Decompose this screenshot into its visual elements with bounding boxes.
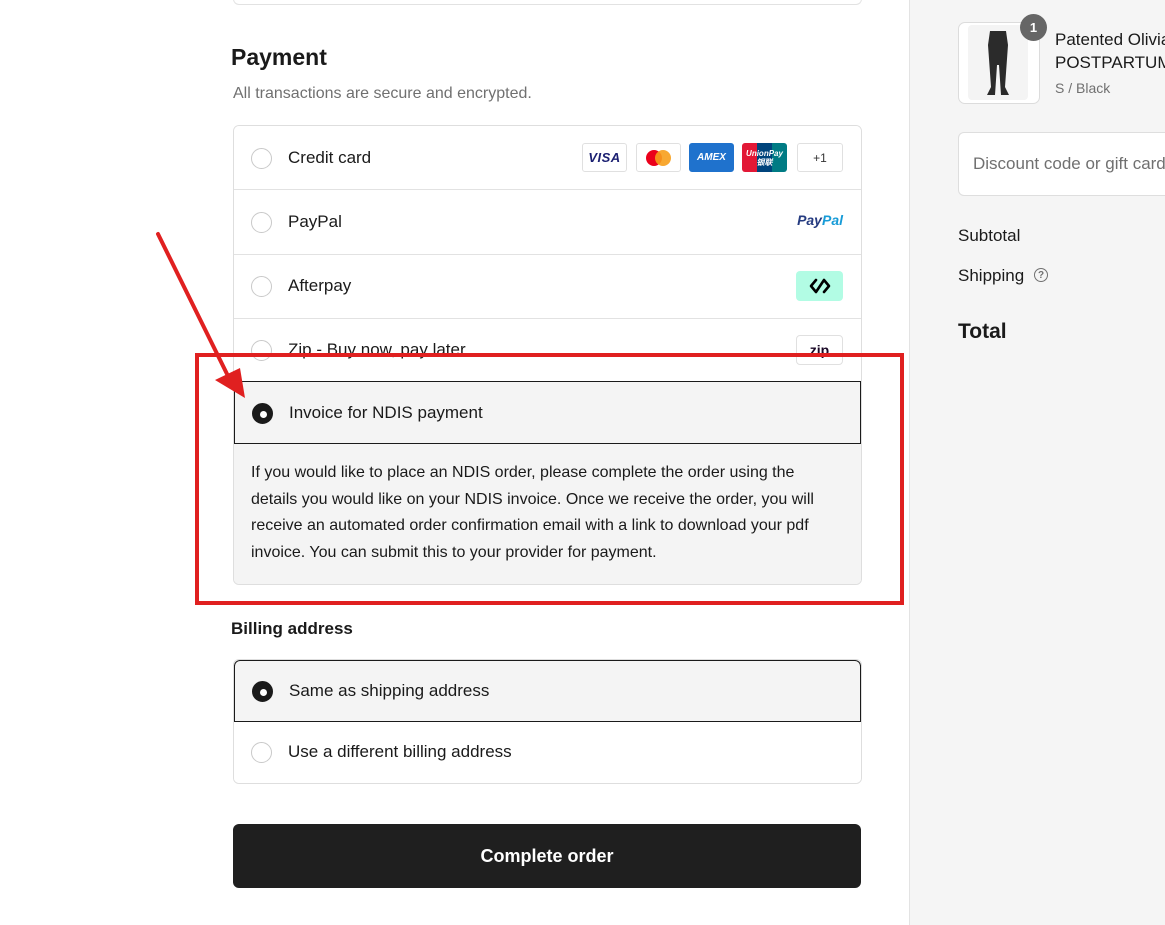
subtotal-label: Subtotal — [958, 226, 1021, 245]
quantity-badge: 1 — [1020, 14, 1047, 41]
product-name: Patented Olivia POSTPARTUM — [1055, 30, 1165, 72]
billing-address-title: Billing address — [231, 619, 353, 638]
billing-address-options: Same as shipping address Use a different… — [233, 659, 862, 784]
same-address-label: Same as shipping address — [289, 681, 490, 700]
help-icon[interactable]: ? — [1034, 268, 1048, 282]
product-variant: S / Black — [1055, 80, 1111, 96]
order-summary-sidebar: 1 Patented Olivia POSTPARTUM S / Black S… — [909, 0, 1165, 925]
complete-order-button[interactable]: Complete order — [233, 824, 861, 888]
shipping-label: Shipping — [958, 266, 1025, 285]
total-label: Total — [958, 320, 1007, 343]
discount-code-input[interactable] — [958, 132, 1165, 196]
different-address-label: Use a different billing address — [288, 742, 512, 761]
leggings-product-icon — [987, 31, 1009, 95]
same-address-radio[interactable] — [252, 681, 273, 702]
different-address-radio[interactable] — [251, 742, 272, 763]
billing-option-different[interactable]: Use a different billing address — [234, 722, 861, 783]
billing-option-same[interactable]: Same as shipping address — [234, 660, 861, 722]
